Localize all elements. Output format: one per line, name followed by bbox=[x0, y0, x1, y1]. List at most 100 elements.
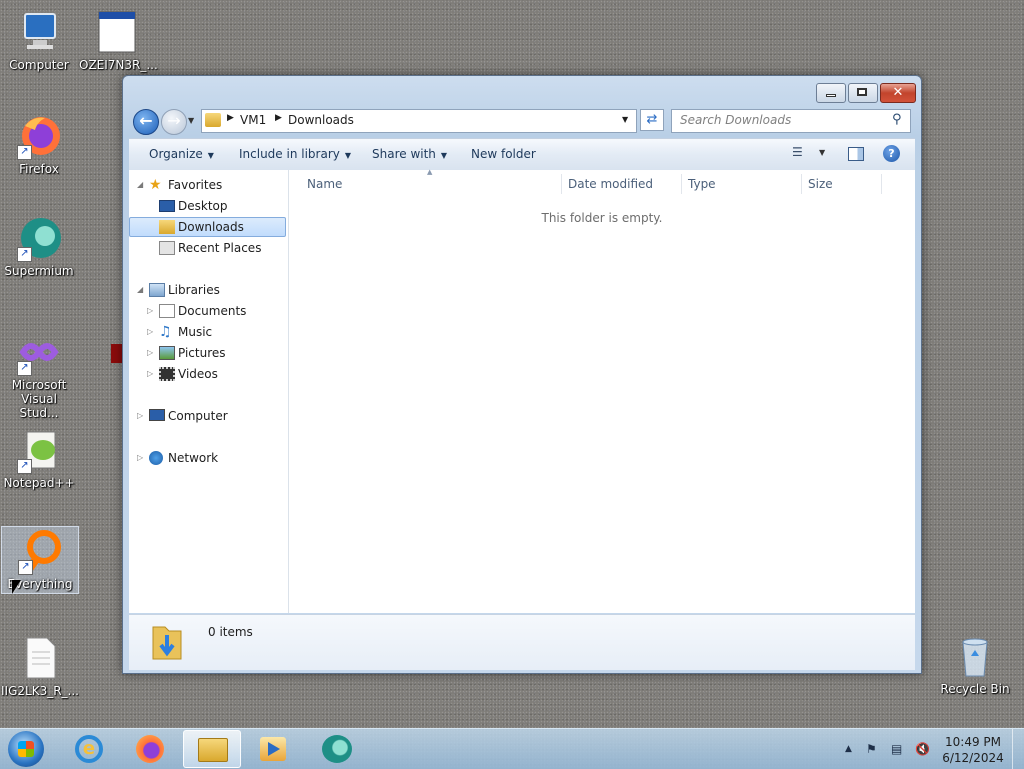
column-header-name[interactable]: Name bbox=[307, 177, 342, 191]
taskbar-internet-explorer[interactable]: e bbox=[60, 730, 118, 768]
close-icon: ✕ bbox=[892, 85, 904, 100]
videos-icon bbox=[159, 367, 175, 381]
nav-item-desktop[interactable]: Desktop bbox=[129, 196, 286, 216]
notepadpp-icon: ↗ bbox=[15, 426, 63, 474]
nav-item-music[interactable]: ▷ ♫ Music bbox=[129, 322, 286, 342]
column-divider[interactable] bbox=[801, 174, 802, 194]
nav-item-computer[interactable]: ▷ Computer bbox=[129, 406, 286, 426]
nav-item-favorites[interactable]: ◢ ★ Favorites bbox=[129, 175, 286, 195]
nav-item-pictures[interactable]: ▷ Pictures bbox=[129, 343, 286, 363]
supermium-icon: ↗ bbox=[15, 214, 63, 262]
nav-item-label: Videos bbox=[178, 367, 218, 381]
share-with-button[interactable]: Share with ▼ bbox=[372, 147, 447, 161]
desktop-icon-recycle-bin[interactable]: Recycle Bin bbox=[937, 632, 1013, 696]
nav-item-label: Documents bbox=[178, 304, 247, 318]
column-header-type[interactable]: Type bbox=[688, 177, 716, 191]
collapsed-arrow-icon: ▷ bbox=[147, 327, 154, 336]
computer-icon bbox=[149, 409, 165, 421]
new-folder-label: New folder bbox=[471, 147, 536, 161]
include-in-library-button[interactable]: Include in library ▼ bbox=[239, 147, 351, 161]
downloads-folder-icon bbox=[151, 621, 183, 661]
item-count: 0 items bbox=[208, 625, 253, 639]
column-divider[interactable] bbox=[681, 174, 682, 194]
desktop-icon bbox=[159, 200, 175, 212]
supermium-icon bbox=[322, 735, 352, 763]
nav-item-label: Pictures bbox=[178, 346, 226, 360]
nav-item-recent-places[interactable]: Recent Places bbox=[129, 238, 286, 258]
star-icon: ★ bbox=[149, 177, 162, 193]
column-header-date-modified[interactable]: Date modified bbox=[568, 177, 653, 191]
desktop-icon-visual-studio[interactable]: ↗ Microsoft Visual Stud... bbox=[1, 328, 77, 420]
search-icon[interactable]: ⚲ bbox=[892, 112, 902, 127]
network-status-icon[interactable]: ▤ bbox=[891, 742, 905, 756]
desktop-icon-label: Computer bbox=[9, 58, 69, 72]
nav-item-label: Desktop bbox=[178, 199, 228, 213]
volume-muted-icon[interactable]: 🔇 bbox=[915, 742, 930, 756]
media-player-icon bbox=[260, 737, 286, 761]
show-desktop-button[interactable] bbox=[1012, 729, 1024, 769]
music-icon: ♫ bbox=[159, 324, 172, 340]
expanded-arrow-icon: ◢ bbox=[137, 285, 144, 294]
desktop-icon-ozei7n3r[interactable]: OZEI7N3R_... bbox=[79, 8, 158, 72]
internet-explorer-icon: e bbox=[75, 735, 103, 763]
taskbar-windows-explorer[interactable] bbox=[183, 730, 241, 768]
details-pane: 0 items bbox=[129, 614, 915, 670]
recent-pages-dropdown[interactable]: ▼ bbox=[188, 116, 194, 125]
refresh-button[interactable]: ⇄ bbox=[640, 109, 664, 131]
window-icon bbox=[93, 8, 141, 56]
maximize-button[interactable] bbox=[848, 83, 878, 103]
visual-studio-icon: ↗ bbox=[15, 328, 63, 376]
show-hidden-icons-button[interactable]: ▲ bbox=[845, 742, 859, 756]
taskbar-media-player[interactable] bbox=[244, 730, 302, 768]
view-options-button[interactable]: ☰ ▼ bbox=[792, 145, 830, 162]
taskbar-supermium[interactable] bbox=[308, 730, 366, 768]
desktop-icon-firefox[interactable]: ↗ Firefox bbox=[1, 112, 77, 176]
clock-date: 6/12/2024 bbox=[942, 751, 1004, 765]
taskbar-clock[interactable]: 10:49 PM 6/12/2024 bbox=[938, 734, 1008, 766]
firefox-icon bbox=[136, 735, 164, 763]
breadcrumb-item-downloads[interactable]: Downloads bbox=[288, 113, 354, 127]
help-button[interactable]: ? bbox=[883, 145, 900, 162]
nav-item-videos[interactable]: ▷ Videos bbox=[129, 364, 286, 384]
documents-icon bbox=[159, 304, 175, 318]
close-button[interactable]: ✕ bbox=[880, 83, 916, 103]
desktop-icon-label: Microsoft Visual Stud... bbox=[11, 378, 67, 420]
new-folder-button[interactable]: New folder bbox=[471, 147, 536, 161]
search-input[interactable]: Search Downloads ⚲ bbox=[671, 109, 911, 133]
empty-folder-message: This folder is empty. bbox=[541, 211, 663, 225]
taskbar-firefox[interactable] bbox=[121, 730, 179, 768]
preview-pane-button[interactable] bbox=[848, 147, 864, 161]
nav-item-network[interactable]: ▷ Network bbox=[129, 448, 286, 468]
address-dropdown-icon[interactable]: ▼ bbox=[622, 115, 628, 124]
minimize-button[interactable] bbox=[816, 83, 846, 103]
desktop-icon-label: IIG2LK3_R_... bbox=[1, 684, 79, 698]
desktop-icon-computer[interactable]: Computer bbox=[1, 8, 77, 72]
column-header-size[interactable]: Size bbox=[808, 177, 833, 191]
organize-button[interactable]: Organize ▼ bbox=[149, 147, 214, 161]
desktop-icon-supermium[interactable]: ↗ Supermium bbox=[1, 214, 77, 278]
column-divider[interactable] bbox=[881, 174, 882, 194]
everything-icon: ↗ bbox=[16, 527, 64, 575]
back-button[interactable]: ← bbox=[133, 109, 159, 135]
include-in-library-label: Include in library bbox=[239, 147, 340, 161]
shortcut-arrow-icon: ↗ bbox=[17, 145, 32, 160]
nav-item-libraries[interactable]: ◢ Libraries bbox=[129, 280, 286, 300]
nav-item-label: Computer bbox=[168, 409, 228, 423]
breadcrumb-item-vm1[interactable]: VM1 bbox=[240, 113, 266, 127]
shortcut-arrow-icon: ↗ bbox=[17, 459, 32, 474]
nav-item-label: Music bbox=[178, 325, 213, 339]
explorer-window: ✕ ← → ▼ ▶ VM1 ▶ Downloads ▼ ⇄ Search Dow… bbox=[122, 75, 922, 674]
nav-item-downloads[interactable]: Downloads bbox=[129, 217, 286, 237]
recent-places-icon bbox=[159, 241, 175, 255]
action-center-flag-icon[interactable]: ⚑ bbox=[866, 742, 880, 756]
start-button[interactable] bbox=[8, 731, 44, 767]
desktop-icon-iig2lk3[interactable]: IIG2LK3_R_... bbox=[1, 634, 79, 698]
desktop-icon-notepadpp[interactable]: ↗ Notepad++ bbox=[1, 426, 77, 490]
desktop-icon-label: Supermium bbox=[4, 264, 74, 278]
forward-button[interactable]: → bbox=[161, 109, 187, 135]
nav-item-documents[interactable]: ▷ Documents bbox=[129, 301, 286, 321]
help-icon: ? bbox=[888, 147, 895, 160]
libraries-icon bbox=[149, 283, 165, 297]
address-field[interactable]: ▶ VM1 ▶ Downloads ▼ bbox=[201, 109, 637, 133]
column-divider[interactable] bbox=[561, 174, 562, 194]
